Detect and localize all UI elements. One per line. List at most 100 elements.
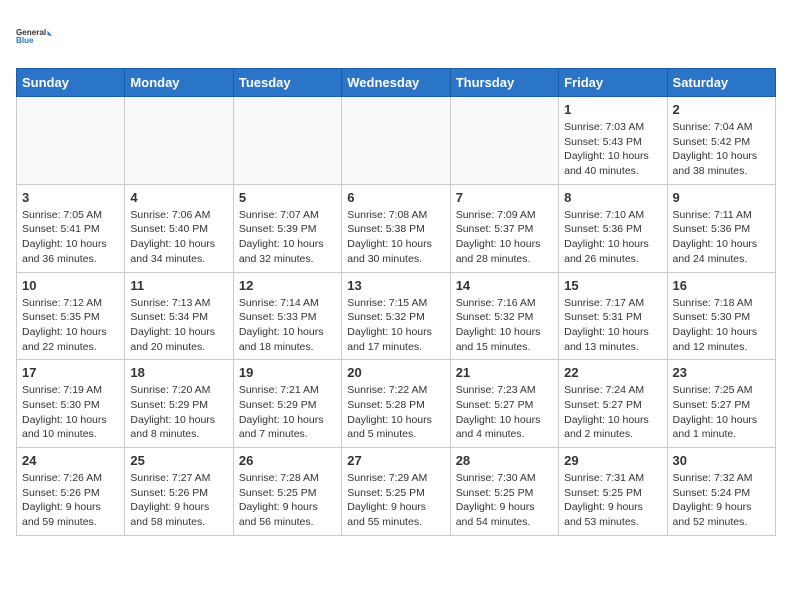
day-info: Sunrise: 7:19 AMSunset: 5:30 PMDaylight:… xyxy=(22,383,119,442)
logo: General Blue xyxy=(16,16,52,56)
day-cell: 13Sunrise: 7:15 AMSunset: 5:32 PMDayligh… xyxy=(342,272,450,360)
day-number: 18 xyxy=(130,365,227,380)
day-info: Sunrise: 7:08 AMSunset: 5:38 PMDaylight:… xyxy=(347,208,444,267)
column-header-friday: Friday xyxy=(559,69,667,97)
column-header-thursday: Thursday xyxy=(450,69,558,97)
day-cell: 19 Sunrise: 7:21 AMSunset: 5:29 PMDayligh… xyxy=(233,360,341,448)
day-cell: 12Sunrise: 7:14 AMSunset: 5:33 PMDayligh… xyxy=(233,272,341,360)
day-cell: 16 Sunrise: 7:18 AMSunset: 5:30 PMDayligh… xyxy=(667,272,775,360)
day-cell: 7Sunrise: 7:09 AMSunset: 5:37 PMDaylight… xyxy=(450,184,558,272)
svg-text:General: General xyxy=(16,28,46,37)
day-number: 1 xyxy=(564,102,661,117)
day-number: 9 xyxy=(673,190,770,205)
day-info: Sunrise: 7:07 AMSunset: 5:39 PMDaylight:… xyxy=(239,208,336,267)
week-row-1: 1 Sunrise: 7:03 AMSunset: 5:43 PMDaylight… xyxy=(17,97,776,185)
column-header-wednesday: Wednesday xyxy=(342,69,450,97)
day-info: Sunrise: 7:18 AMSunset: 5:30 PMDaylight:… xyxy=(673,296,770,355)
day-cell: 6 Sunrise: 7:08 AMSunset: 5:38 PMDaylight… xyxy=(342,184,450,272)
day-number: 26 xyxy=(239,453,336,468)
day-info: Sunrise: 7:13 AMSunset: 5:34 PMDaylight:… xyxy=(130,296,227,355)
day-number: 3 xyxy=(22,190,119,205)
day-number: 19 xyxy=(239,365,336,380)
day-number: 5 xyxy=(239,190,336,205)
day-cell: 4 Sunrise: 7:06 AMSunset: 5:40 PMDaylight… xyxy=(125,184,233,272)
day-cell: 15 Sunrise: 7:17 AMSunset: 5:31 PMDayligh… xyxy=(559,272,667,360)
day-number: 11 xyxy=(130,278,227,293)
day-info: Sunrise: 7:04 AMSunset: 5:42 PMDaylight:… xyxy=(673,120,770,179)
day-cell: 22 Sunrise: 7:24 AMSunset: 5:27 PMDayligh… xyxy=(559,360,667,448)
day-cell: 30 Sunrise: 7:32 AMSunset: 5:24 PMDayligh… xyxy=(667,448,775,536)
day-info: Sunrise: 7:11 AMSunset: 5:36 PMDaylight:… xyxy=(673,208,770,267)
day-number: 30 xyxy=(673,453,770,468)
day-info: Sunrise: 7:06 AMSunset: 5:40 PMDaylight:… xyxy=(130,208,227,267)
day-number: 28 xyxy=(456,453,553,468)
column-header-tuesday: Tuesday xyxy=(233,69,341,97)
day-number: 4 xyxy=(130,190,227,205)
day-cell: 18 Sunrise: 7:20 AMSunset: 5:29 PMDayligh… xyxy=(125,360,233,448)
day-info: Sunrise: 7:32 AMSunset: 5:24 PMDaylight:… xyxy=(673,471,770,530)
day-info: Sunrise: 7:21 AMSunset: 5:29 PMDaylight:… xyxy=(239,383,336,442)
calendar-table: SundayMondayTuesdayWednesdayThursdayFrid… xyxy=(16,68,776,536)
day-cell: 2Sunrise: 7:04 AMSunset: 5:42 PMDaylight… xyxy=(667,97,775,185)
week-row-2: 3 Sunrise: 7:05 AMSunset: 5:41 PMDaylight… xyxy=(17,184,776,272)
day-info: Sunrise: 7:29 AMSunset: 5:25 PMDaylight:… xyxy=(347,471,444,530)
day-info: Sunrise: 7:31 AMSunset: 5:25 PMDaylight:… xyxy=(564,471,661,530)
day-info: Sunrise: 7:26 AMSunset: 5:26 PMDaylight:… xyxy=(22,471,119,530)
day-cell: 8Sunrise: 7:10 AMSunset: 5:36 PMDaylight… xyxy=(559,184,667,272)
day-cell: 3 Sunrise: 7:05 AMSunset: 5:41 PMDaylight… xyxy=(17,184,125,272)
day-info: Sunrise: 7:24 AMSunset: 5:27 PMDaylight:… xyxy=(564,383,661,442)
day-number: 23 xyxy=(673,365,770,380)
day-cell: 24Sunrise: 7:26 AMSunset: 5:26 PMDayligh… xyxy=(17,448,125,536)
day-cell: 5 Sunrise: 7:07 AMSunset: 5:39 PMDaylight… xyxy=(233,184,341,272)
day-number: 21 xyxy=(456,365,553,380)
day-cell: 23 Sunrise: 7:25 AMSunset: 5:27 PMDayligh… xyxy=(667,360,775,448)
column-header-monday: Monday xyxy=(125,69,233,97)
week-row-3: 10 Sunrise: 7:12 AMSunset: 5:35 PMDayligh… xyxy=(17,272,776,360)
day-cell: 26Sunrise: 7:28 AMSunset: 5:25 PMDayligh… xyxy=(233,448,341,536)
day-cell: 14 Sunrise: 7:16 AMSunset: 5:32 PMDayligh… xyxy=(450,272,558,360)
day-info: Sunrise: 7:12 AMSunset: 5:35 PMDaylight:… xyxy=(22,296,119,355)
logo-svg: General Blue xyxy=(16,16,52,56)
day-cell: 10 Sunrise: 7:12 AMSunset: 5:35 PMDayligh… xyxy=(17,272,125,360)
day-cell: 9 Sunrise: 7:11 AMSunset: 5:36 PMDaylight… xyxy=(667,184,775,272)
day-info: Sunrise: 7:30 AMSunset: 5:25 PMDaylight:… xyxy=(456,471,553,530)
day-number: 27 xyxy=(347,453,444,468)
day-number: 13 xyxy=(347,278,444,293)
day-cell xyxy=(17,97,125,185)
day-number: 22 xyxy=(564,365,661,380)
day-cell: 27 Sunrise: 7:29 AMSunset: 5:25 PMDayligh… xyxy=(342,448,450,536)
day-cell: 25Sunrise: 7:27 AMSunset: 5:26 PMDayligh… xyxy=(125,448,233,536)
column-header-saturday: Saturday xyxy=(667,69,775,97)
day-cell xyxy=(125,97,233,185)
day-cell: 17Sunrise: 7:19 AMSunset: 5:30 PMDayligh… xyxy=(17,360,125,448)
header-row: SundayMondayTuesdayWednesdayThursdayFrid… xyxy=(17,69,776,97)
day-info: Sunrise: 7:03 AMSunset: 5:43 PMDaylight:… xyxy=(564,120,661,179)
week-row-5: 24Sunrise: 7:26 AMSunset: 5:26 PMDayligh… xyxy=(17,448,776,536)
day-info: Sunrise: 7:20 AMSunset: 5:29 PMDaylight:… xyxy=(130,383,227,442)
day-info: Sunrise: 7:22 AMSunset: 5:28 PMDaylight:… xyxy=(347,383,444,442)
day-number: 15 xyxy=(564,278,661,293)
day-info: Sunrise: 7:05 AMSunset: 5:41 PMDaylight:… xyxy=(22,208,119,267)
day-info: Sunrise: 7:23 AMSunset: 5:27 PMDaylight:… xyxy=(456,383,553,442)
page-header: General Blue xyxy=(16,16,776,56)
day-cell: 20 Sunrise: 7:22 AMSunset: 5:28 PMDayligh… xyxy=(342,360,450,448)
day-number: 29 xyxy=(564,453,661,468)
day-cell: 21 Sunrise: 7:23 AMSunset: 5:27 PMDayligh… xyxy=(450,360,558,448)
day-number: 14 xyxy=(456,278,553,293)
day-info: Sunrise: 7:25 AMSunset: 5:27 PMDaylight:… xyxy=(673,383,770,442)
day-number: 12 xyxy=(239,278,336,293)
day-info: Sunrise: 7:10 AMSunset: 5:36 PMDaylight:… xyxy=(564,208,661,267)
day-number: 10 xyxy=(22,278,119,293)
day-cell: 28 Sunrise: 7:30 AMSunset: 5:25 PMDayligh… xyxy=(450,448,558,536)
day-info: Sunrise: 7:16 AMSunset: 5:32 PMDaylight:… xyxy=(456,296,553,355)
day-number: 6 xyxy=(347,190,444,205)
day-number: 20 xyxy=(347,365,444,380)
day-cell xyxy=(450,97,558,185)
svg-text:Blue: Blue xyxy=(16,36,34,45)
day-number: 16 xyxy=(673,278,770,293)
column-header-sunday: Sunday xyxy=(17,69,125,97)
day-cell xyxy=(233,97,341,185)
day-info: Sunrise: 7:17 AMSunset: 5:31 PMDaylight:… xyxy=(564,296,661,355)
week-row-4: 17Sunrise: 7:19 AMSunset: 5:30 PMDayligh… xyxy=(17,360,776,448)
day-number: 7 xyxy=(456,190,553,205)
